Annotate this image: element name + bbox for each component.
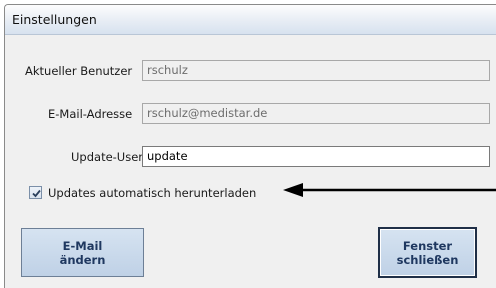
- update-user-input[interactable]: update: [142, 146, 490, 167]
- current-user-field: rschulz: [142, 60, 490, 81]
- screen: Einstellungen Aktueller Benutzer rschulz…: [0, 0, 496, 288]
- change-email-button[interactable]: E-Mail ändern: [21, 228, 144, 277]
- update-user-label: Update-User: [71, 150, 144, 164]
- settings-window: Einstellungen Aktueller Benutzer rschulz…: [4, 4, 496, 288]
- check-icon: [32, 189, 41, 198]
- window-title: Einstellungen: [12, 12, 97, 27]
- title-bar: Einstellungen: [5, 5, 496, 35]
- auto-update-label: Updates automatisch herunterladen: [48, 186, 257, 200]
- close-window-button[interactable]: Fenster schließen: [378, 227, 477, 278]
- change-email-label: E-Mail ändern: [59, 238, 106, 267]
- email-field: rschulz@medistar.de: [142, 103, 490, 124]
- close-window-label: Fenster schließen: [396, 238, 459, 267]
- current-user-label: Aktueller Benutzer: [25, 64, 133, 78]
- arrow-left-icon: [283, 183, 496, 197]
- email-label: E-Mail-Adresse: [48, 107, 133, 121]
- auto-update-checkbox[interactable]: [29, 186, 42, 199]
